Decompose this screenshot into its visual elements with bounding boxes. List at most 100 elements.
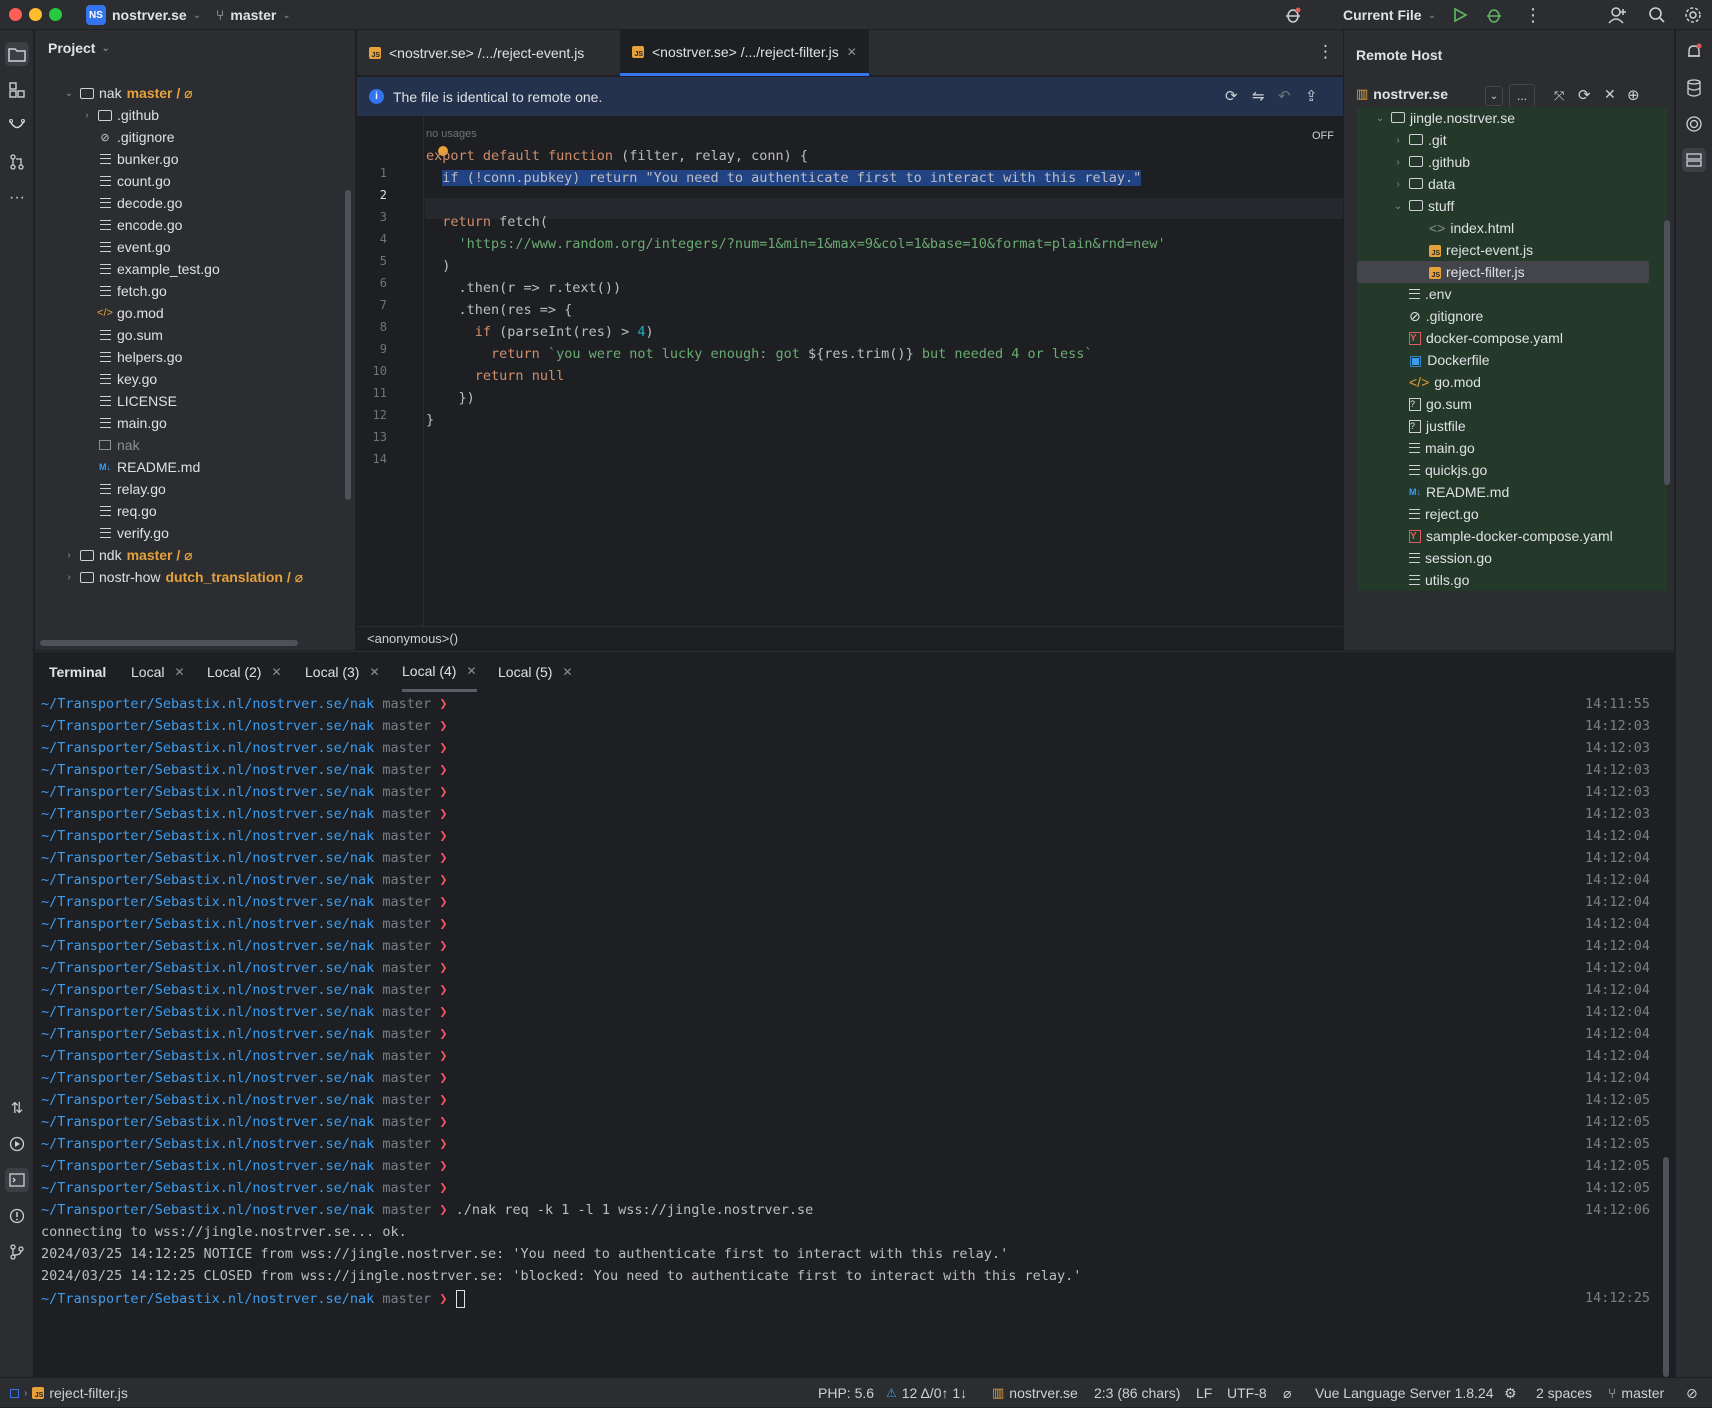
project-tree-item[interactable]: main.go (81, 411, 167, 435)
more-vertical-icon[interactable]: ⋮ (1524, 0, 1542, 30)
server-selector[interactable]: ▥ nostrver.se (1356, 86, 1448, 102)
project-tree-item[interactable]: › ndk master / ⌀ (63, 543, 192, 567)
project-switcher[interactable]: NS nostrver.se ⌄ (86, 0, 201, 30)
php-version[interactable]: PHP: 5.6 (818, 1378, 874, 1408)
browse-servers-button[interactable]: ... (1509, 84, 1535, 108)
line-number[interactable]: 3 (357, 210, 387, 224)
tab-options-icon[interactable]: ⋮ (1317, 42, 1334, 62)
chevron-down-icon[interactable]: ⌄ (63, 88, 75, 99)
project-tree-item[interactable]: encode.go (81, 213, 182, 237)
line-number[interactable]: 8 (357, 320, 387, 334)
project-tree-item[interactable]: M↓ README.md (81, 455, 200, 479)
pull-requests-icon[interactable] (5, 150, 29, 174)
caret-position[interactable]: 2:3 (86 chars) (1094, 1378, 1180, 1408)
remote-tree-item[interactable]: ▣ Dockerfile (1392, 349, 1489, 371)
terminal-tab[interactable]: Local (2) ✕ (207, 652, 282, 692)
remote-tree-item[interactable]: ⌄ stuff (1392, 195, 1454, 217)
remote-tree-item[interactable]: main.go (1392, 437, 1475, 459)
close-tab-icon[interactable]: ✕ (466, 664, 476, 678)
chevron-down-icon[interactable]: ⌄ (1392, 201, 1404, 212)
project-tree-item[interactable]: key.go (81, 367, 157, 391)
line-number[interactable]: 4 (357, 232, 387, 246)
collapse-all-icon[interactable]: ⤧ (1554, 88, 1564, 104)
line-number[interactable]: 13 (357, 430, 387, 444)
line-number[interactable]: 2 (357, 188, 387, 202)
remote-tree-item[interactable]: ⊘ .gitignore (1392, 305, 1483, 327)
nav-bar[interactable]: › JS reject-filter.js (10, 1378, 128, 1408)
remote-tree-item[interactable]: M↓ README.md (1392, 481, 1509, 503)
remote-tree-item[interactable]: JS reject-event.js (1412, 239, 1533, 261)
line-number[interactable]: 6 (357, 276, 387, 290)
maximize-window-button[interactable] (49, 8, 62, 21)
remote-tree-item[interactable]: ? go.sum (1392, 393, 1472, 415)
locate-icon[interactable]: ⊕ (1627, 86, 1640, 104)
project-tree-item[interactable]: bunker.go (81, 147, 179, 171)
project-tree-item[interactable]: fetch.go (81, 279, 167, 303)
project-tree-item[interactable]: </> go.mod (81, 301, 164, 325)
remote-tree-item[interactable]: utils.go (1392, 569, 1469, 591)
revert-icon[interactable]: ↶ (1278, 87, 1291, 105)
remote-scrollbar[interactable] (1664, 220, 1670, 485)
branch-switcher[interactable]: ⑂ master ⌄ (216, 0, 291, 30)
problems-icon[interactable] (5, 1204, 29, 1228)
line-number[interactable]: 1 (357, 166, 387, 180)
upload-icon[interactable]: ⇪ (1305, 87, 1318, 105)
run-icon[interactable] (1452, 0, 1468, 30)
chevron-right-icon[interactable]: › (63, 550, 75, 561)
indent-setting[interactable]: 2 spaces (1536, 1378, 1592, 1408)
line-number[interactable]: 14 (357, 452, 387, 466)
line-number[interactable]: 7 (357, 298, 387, 312)
readonly-toggle-icon[interactable]: ⌀ (1283, 1378, 1291, 1408)
project-tree-item[interactable]: nak (81, 433, 140, 457)
project-panel-header[interactable]: Project ⌄ (48, 40, 110, 56)
settings-gear-icon[interactable] (1684, 0, 1702, 30)
close-tab-icon[interactable]: ✕ (271, 665, 281, 679)
remote-tree-item[interactable]: .env (1392, 283, 1451, 305)
project-tree-item[interactable]: relay.go (81, 477, 166, 501)
project-tree-item[interactable]: go.sum (81, 323, 163, 347)
close-tab-icon[interactable]: ✕ (174, 665, 184, 679)
remote-tree-item[interactable]: ⌄ jingle.nostrver.se (1374, 107, 1515, 129)
refresh-icon[interactable]: ⟳ (1578, 86, 1591, 104)
git-icon[interactable] (5, 1240, 29, 1264)
services-icon[interactable] (5, 1132, 29, 1156)
project-tree-item[interactable]: req.go (81, 499, 157, 523)
editor-breadcrumb[interactable]: <anonymous>() (357, 626, 1343, 650)
terminal-icon[interactable] (5, 1168, 29, 1192)
git-branch-status[interactable]: ⑂ master (1608, 1378, 1664, 1408)
tab-reject-event[interactable]: JS <nostrver.se> /.../reject-event.js (357, 30, 596, 76)
remote-tree-item[interactable]: › .git (1392, 129, 1446, 151)
project-tree-item[interactable]: event.go (81, 235, 171, 259)
project-tree-item[interactable]: › nostr-how dutch_translation / ⌀ (63, 565, 303, 589)
line-number[interactable]: 12 (357, 408, 387, 422)
file-encoding[interactable]: UTF-8 (1227, 1378, 1267, 1408)
project-scrollbar-horizontal[interactable] (40, 640, 298, 646)
line-number[interactable]: 10 (357, 364, 387, 378)
remote-tree-item[interactable]: JS reject-filter.js (1412, 261, 1525, 283)
lock-icon[interactable]: ⊘ (1686, 1378, 1698, 1408)
chevron-right-icon[interactable]: › (1392, 157, 1404, 168)
chevron-right-icon[interactable]: › (1392, 179, 1404, 190)
run-config-selector[interactable]: Current File ⌄ (1343, 0, 1436, 30)
search-icon[interactable] (1648, 0, 1666, 30)
debug-status-icon[interactable] (1284, 0, 1302, 30)
terminal-tab[interactable]: Local (4) ✕ (402, 652, 477, 692)
commit-push-icon[interactable]: ⇅ (5, 1096, 29, 1120)
close-window-button[interactable] (9, 8, 22, 21)
compare-icon[interactable]: ⇋ (1252, 87, 1265, 105)
remote-tree-item[interactable]: </> go.mod (1392, 371, 1481, 393)
terminal-tab[interactable]: Local ✕ (131, 652, 185, 692)
ai-assistant-icon[interactable] (1682, 112, 1706, 136)
close-tab-icon[interactable]: ✕ (369, 665, 379, 679)
remote-tree-item[interactable]: ? justfile (1392, 415, 1466, 437)
chevron-right-icon[interactable]: › (63, 572, 75, 583)
minimize-window-button[interactable] (29, 8, 42, 21)
remote-tree-item[interactable]: session.go (1392, 547, 1492, 569)
line-number[interactable]: 5 (357, 254, 387, 268)
remote-tree-item[interactable]: Ydocker-compose.yaml (1392, 327, 1563, 349)
project-tree-item[interactable]: helpers.go (81, 345, 182, 369)
remote-tree-item[interactable]: › data (1392, 173, 1455, 195)
close-tab-icon[interactable]: ✕ (562, 665, 572, 679)
deployment-server[interactable]: ▥ nostrver.se (992, 1378, 1078, 1408)
add-user-icon[interactable] (1608, 0, 1628, 30)
